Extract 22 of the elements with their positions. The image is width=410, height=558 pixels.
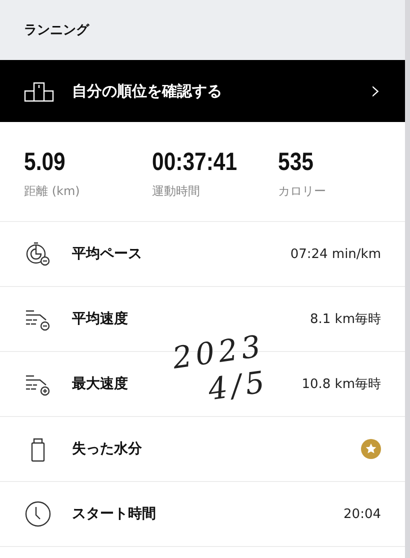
metric-label: 失った水分 (72, 440, 142, 458)
handwritten-note: 4/5 (206, 364, 271, 409)
metric-value: 8.1 km毎時 (310, 311, 381, 328)
ranking-banner[interactable]: 自分の順位を確認する › (0, 60, 405, 122)
metric-label: スタート時間 (72, 505, 156, 523)
star-badge-icon (361, 439, 381, 459)
stopwatch-icon (24, 240, 52, 268)
stat-label: カロリー (278, 183, 326, 200)
podium-icon (24, 80, 54, 102)
stat-label: 距離 (km) (24, 183, 80, 200)
stat-value: 5.09 (24, 148, 66, 177)
metric-value: 07:24 min/km (290, 246, 381, 262)
stat-value: 535 (278, 148, 314, 177)
metric-label: 平均ペース (72, 245, 142, 263)
screen-title: ランニング (24, 22, 89, 39)
metric-value: 20:04 (344, 506, 381, 522)
clock-icon (24, 500, 52, 528)
metric-label: 平均速度 (72, 310, 128, 328)
stat-label: 運動時間 (152, 183, 200, 200)
metric-label: 最大速度 (72, 375, 128, 393)
metric-value: 10.8 km毎時 (302, 376, 381, 393)
stat-value: 00:37:41 (152, 148, 238, 177)
